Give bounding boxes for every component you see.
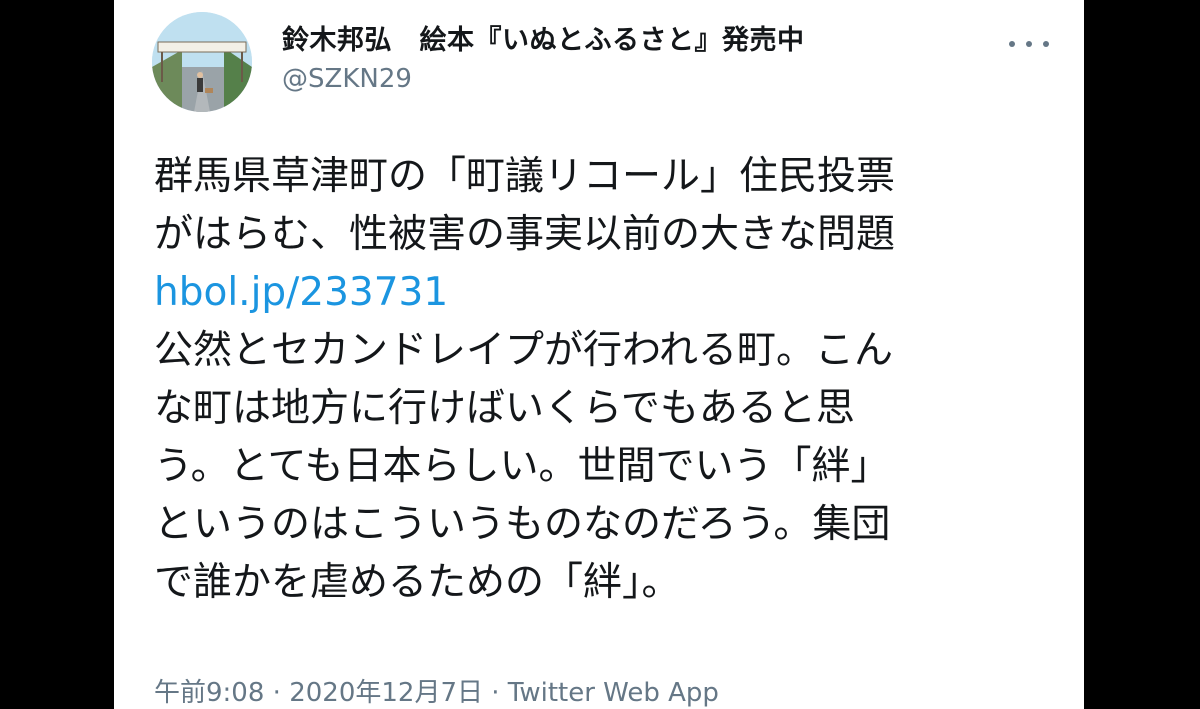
display-name[interactable]: 鈴木邦弘 絵本『いぬとふるさと』発売中	[282, 18, 805, 57]
user-handle[interactable]: @SZKN29	[282, 64, 412, 94]
avatar[interactable]	[152, 12, 252, 112]
tweet-line: で誰かを虐めるための「絆」。	[154, 560, 681, 605]
more-dot	[1009, 41, 1015, 47]
meta-separator: ·	[264, 678, 290, 708]
more-dot	[1026, 41, 1032, 47]
tweet-line: う。とても日本らしい。世間でいう「絆」	[154, 444, 890, 489]
tweet-link[interactable]: hbol.jp/233731	[154, 270, 448, 315]
tweet-source[interactable]: Twitter Web App	[508, 678, 719, 708]
tweet-line: というのはこういうものなのだろう。集団	[154, 502, 891, 547]
more-dot	[1043, 41, 1049, 47]
more-horizontal-icon[interactable]	[1009, 36, 1049, 52]
tweet-line: 群馬県草津町の「町議リコール」住民投票	[154, 154, 896, 199]
tweet-text: 群馬県草津町の「町議リコール」住民投票 がはらむ、性被害の事実以前の大きな問題 …	[154, 148, 1054, 612]
avatar-illustration-icon	[152, 12, 252, 112]
tweet-time[interactable]: 午前9:08	[154, 678, 264, 708]
tweet-line: な町は地方に行けばいくらでもあると思	[154, 386, 855, 431]
tweet-line: がはらむ、性被害の事実以前の大きな問題	[154, 212, 896, 257]
tweet-date[interactable]: 2020年12月7日	[289, 678, 483, 708]
meta-separator: ·	[482, 678, 508, 708]
tweet-line: 公然とセカンドレイプが行われる町。こん	[154, 328, 894, 373]
tweet-metadata: 午前9:08 · 2020年12月7日 · Twitter Web App	[154, 672, 719, 709]
tweet-card: 鈴木邦弘 絵本『いぬとふるさと』発売中 @SZKN29 群馬県草津町の「町議リコ…	[114, 0, 1084, 709]
